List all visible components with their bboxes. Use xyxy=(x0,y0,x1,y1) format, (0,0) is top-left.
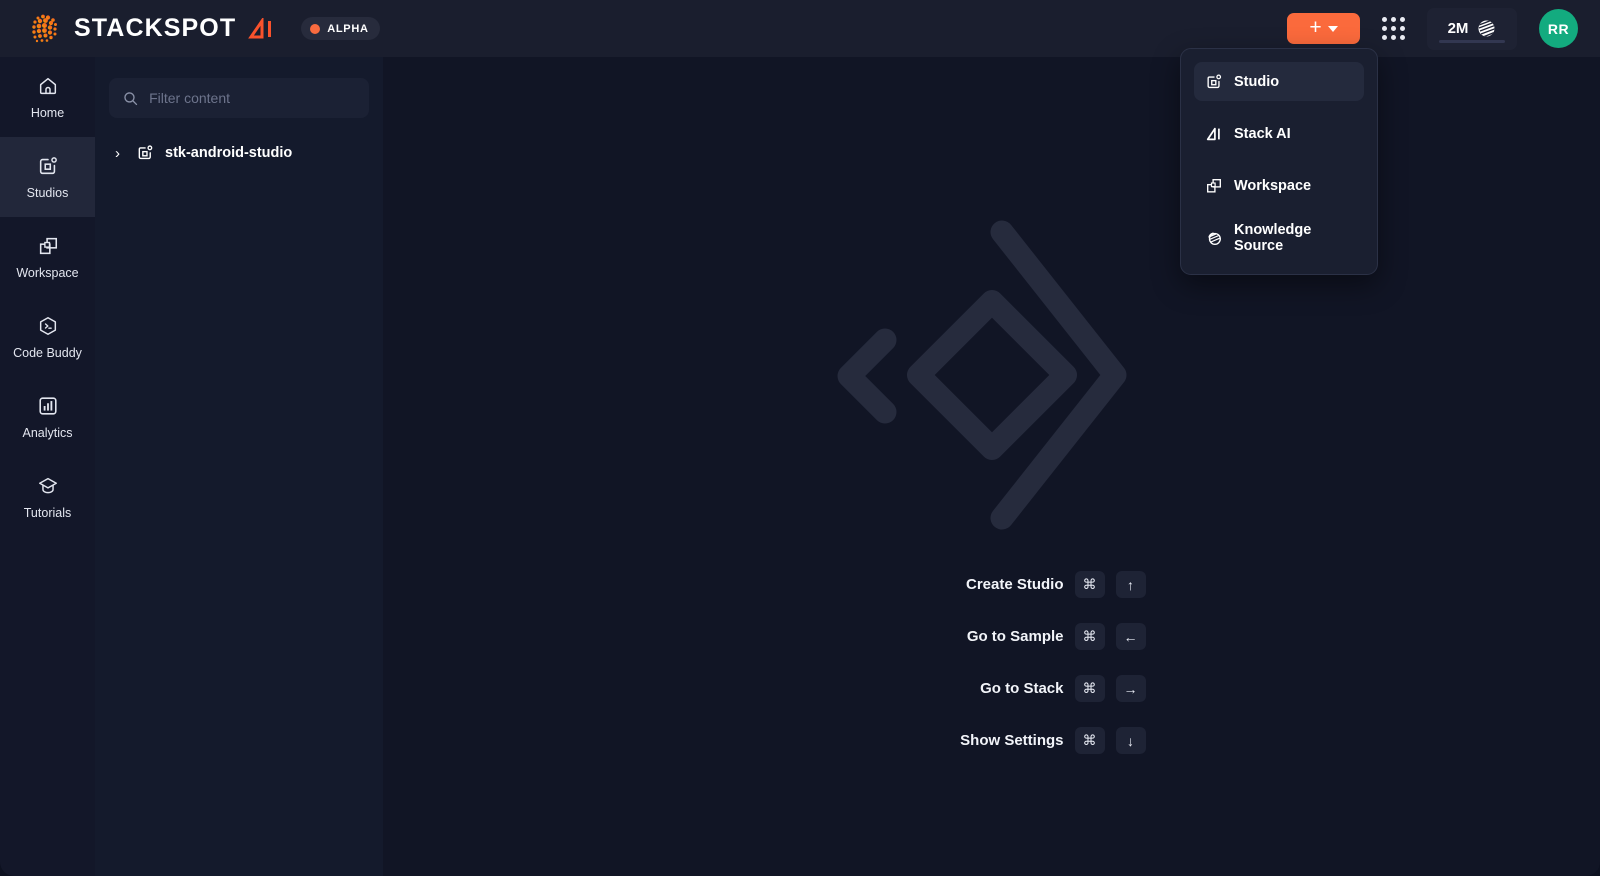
sidebar-item-home[interactable]: Home xyxy=(0,57,95,137)
sidebar-item-label: Studios xyxy=(26,185,69,200)
shortcut-key-cmd[interactable]: ⌘ xyxy=(1074,571,1105,598)
sidebar-item-label: Analytics xyxy=(22,425,73,440)
app-window: STACKSPOT ALPHA + 2M RR Studio Stack AI … xyxy=(0,0,1600,876)
brand-name: STACKSPOT xyxy=(74,14,237,42)
create-menu-item-stack-ai[interactable]: Stack AI xyxy=(1194,114,1364,153)
alpha-dot-icon xyxy=(310,23,321,34)
alpha-badge-label: ALPHA xyxy=(327,22,369,35)
shortcut-row: Show Settings ⌘ ↓ xyxy=(742,726,1242,755)
sidebar-item-tutorials[interactable]: Tutorials xyxy=(0,457,95,537)
usage-progress-bar xyxy=(1439,39,1505,43)
knowledge-source-icon xyxy=(1208,231,1221,245)
shortcut-label: Show Settings xyxy=(960,732,1064,749)
workspace-icon xyxy=(1207,178,1221,193)
analytics-bar-chart-icon xyxy=(38,396,57,415)
shortcut-key-cmd[interactable]: ⌘ xyxy=(1074,727,1105,754)
shortcut-key-arrow-left[interactable]: ← xyxy=(1115,623,1146,650)
create-menu-label: Stack AI xyxy=(1234,125,1291,142)
alpha-badge: ALPHA xyxy=(301,17,380,40)
studio-icon xyxy=(1207,74,1222,88)
keyboard-shortcuts-list: Create Studio ⌘ ↑ Go to Sample ⌘ ← Go to… xyxy=(742,570,1242,778)
stack-ai-icon xyxy=(1206,127,1220,140)
search-input[interactable] xyxy=(149,90,355,106)
credits-icon xyxy=(1478,20,1495,37)
shortcut-key-arrow-right[interactable]: → xyxy=(1115,675,1146,702)
main-content: Create Studio ⌘ ↑ Go to Sample ⌘ ← Go to… xyxy=(383,57,1600,876)
create-menu-item-workspace[interactable]: Workspace xyxy=(1194,166,1364,205)
shortcut-label: Go to Stack xyxy=(980,680,1064,697)
avatar[interactable]: RR xyxy=(1539,9,1578,48)
stackspot-dots-logo-icon xyxy=(32,14,57,42)
graduation-cap-icon xyxy=(38,477,57,493)
home-icon xyxy=(39,77,56,94)
studio-icon xyxy=(39,156,57,174)
content-filter-panel: › stk-android-studio xyxy=(95,57,383,876)
create-menu-item-studio[interactable]: Studio xyxy=(1194,62,1364,101)
shortcut-row: Go to Stack ⌘ → xyxy=(742,674,1242,703)
search-icon xyxy=(124,91,138,105)
chevron-down-icon xyxy=(1327,25,1338,32)
shortcut-key-arrow-up[interactable]: ↑ xyxy=(1115,571,1146,598)
tree-item-stk-android-studio[interactable]: › stk-android-studio xyxy=(95,136,383,170)
create-menu-label: Knowledge Source xyxy=(1234,221,1312,254)
sidebar-item-analytics[interactable]: Analytics xyxy=(0,377,95,457)
sidebar-item-label: Workspace xyxy=(16,265,79,280)
shortcut-label: Create Studio xyxy=(965,576,1064,593)
create-menu-label: Workspace xyxy=(1234,177,1312,194)
sidebar: Home Studios Workspace Code Buddy Analyt… xyxy=(0,57,95,876)
usage-credits-badge[interactable]: 2M xyxy=(1427,7,1517,50)
sidebar-item-workspace[interactable]: Workspace xyxy=(0,217,95,297)
create-button[interactable]: + xyxy=(1287,13,1360,44)
sidebar-item-label: Code Buddy xyxy=(13,345,82,360)
sidebar-item-code-buddy[interactable]: Code Buddy xyxy=(0,297,95,377)
top-bar-actions: + 2M RR xyxy=(1287,7,1578,50)
create-menu-item-knowledge-source[interactable]: Knowledge Source xyxy=(1194,218,1364,257)
sidebar-item-studios[interactable]: Studios xyxy=(0,137,95,217)
code-brackets-diamond-watermark-icon xyxy=(837,220,1126,530)
brand-logo[interactable]: STACKSPOT ALPHA xyxy=(28,11,380,47)
plus-icon: + xyxy=(1309,16,1322,39)
shortcut-key-cmd[interactable]: ⌘ xyxy=(1074,623,1105,650)
avatar-initials: RR xyxy=(1547,20,1570,37)
studio-icon xyxy=(138,145,153,160)
tree-item-label: stk-android-studio xyxy=(165,145,293,161)
ai-logotype-icon xyxy=(248,17,272,38)
create-menu: Studio Stack AI Workspace Knowledge Sour… xyxy=(1180,48,1378,275)
code-buddy-hexagon-icon xyxy=(39,316,56,335)
grid-apps-icon[interactable] xyxy=(1382,17,1405,40)
create-menu-label: Studio xyxy=(1234,73,1280,90)
usage-value: 2M xyxy=(1447,20,1469,37)
search-field[interactable] xyxy=(109,78,369,118)
sidebar-item-label: Tutorials xyxy=(23,505,72,520)
workspace-icon xyxy=(39,237,57,254)
shortcut-row: Go to Sample ⌘ ← xyxy=(742,622,1242,651)
shortcut-label: Go to Sample xyxy=(966,628,1064,645)
shortcut-key-cmd[interactable]: ⌘ xyxy=(1074,675,1105,702)
chevron-right-icon[interactable]: › xyxy=(115,145,125,162)
shortcut-row: Create Studio ⌘ ↑ xyxy=(742,570,1242,599)
shortcut-key-arrow-down[interactable]: ↓ xyxy=(1115,727,1146,754)
sidebar-item-label: Home xyxy=(30,105,65,120)
